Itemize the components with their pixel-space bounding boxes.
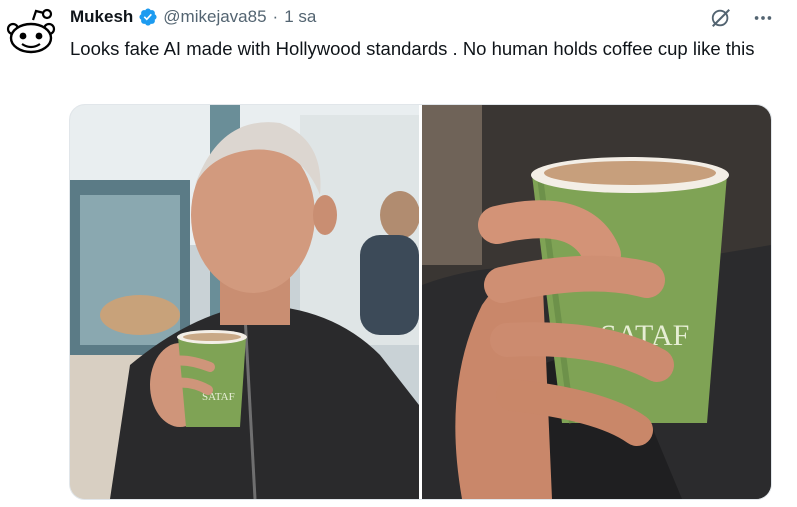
tweet-media[interactable]: SATAF SATAF <box>69 104 772 500</box>
separator-dot: · <box>272 7 279 26</box>
timestamp[interactable]: 1 sa <box>284 7 316 27</box>
media-photo-left[interactable]: SATAF <box>70 105 419 499</box>
tweet-header: Mukesh @mikejava85 · 1 sa <box>70 7 316 27</box>
reddit-alien-avatar-icon <box>3 5 59 61</box>
verified-badge-icon[interactable] <box>138 7 158 27</box>
tweet-text: Looks fake AI made with Hollywood standa… <box>70 38 755 59</box>
tweet-actions-top <box>709 6 775 30</box>
grok-icon[interactable] <box>709 6 733 30</box>
avatar[interactable] <box>3 5 59 61</box>
user-handle[interactable]: @mikejava85 <box>163 7 266 27</box>
media-photo-right[interactable]: SATAF <box>422 105 771 499</box>
display-name[interactable]: Mukesh <box>70 7 133 27</box>
more-icon[interactable] <box>751 6 775 30</box>
